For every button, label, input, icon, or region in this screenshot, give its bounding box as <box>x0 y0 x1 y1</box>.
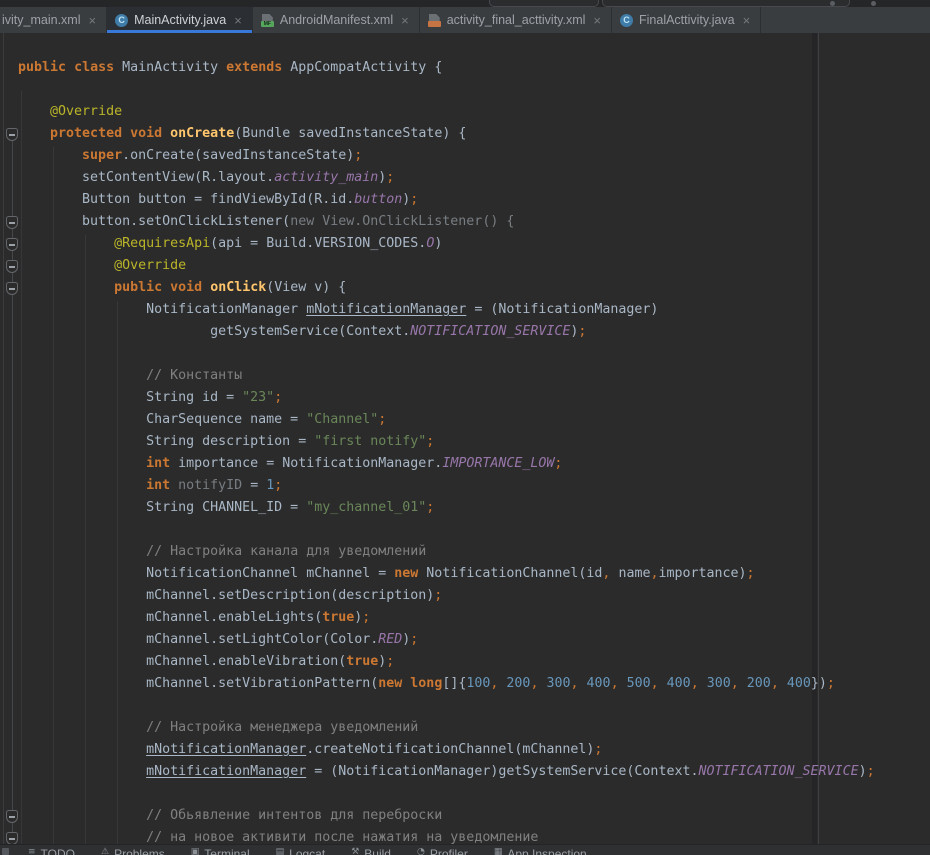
code-line[interactable]: mChannel.setLightColor(Color.RED); <box>18 629 875 651</box>
code-line[interactable]: // Настройка канала для уведомлений <box>18 541 875 563</box>
tool-window-label: Build <box>364 847 391 855</box>
code-line[interactable]: mNotificationManager.createNotificationC… <box>18 739 875 761</box>
code-line[interactable]: // Настройка менеджера уведомлений <box>18 717 875 739</box>
partial-toolwindow-icon[interactable] <box>2 848 9 855</box>
code-line[interactable]: String CHANNEL_ID = "my_channel_01"; <box>18 497 875 519</box>
tool-window-label: Profiler <box>430 847 468 855</box>
code-line[interactable] <box>18 79 875 101</box>
code-line[interactable]: // Константы <box>18 365 875 387</box>
code-line[interactable]: public class MainActivity extends AppCom… <box>18 57 875 79</box>
problems-icon: ⚠ <box>101 847 109 855</box>
code-line[interactable]: // Обьявление интентов для переброски <box>18 805 875 827</box>
code-line[interactable]: Button button = findViewById(R.id.button… <box>18 189 875 211</box>
device-toolbar-group[interactable] <box>602 0 850 7</box>
terminal-icon: ▣ <box>191 847 200 855</box>
tool-window-label: Logcat <box>289 847 325 855</box>
code-line[interactable]: String description = "first notify"; <box>18 431 875 453</box>
editor-tab-ivity_main.xml[interactable]: ivity_main.xml × <box>0 7 107 33</box>
tool-window-bar: ≡ TODO ⚠ Problems ▣ Terminal ▤ Logcat ⚒ Build ◔ Pro… <box>0 844 930 855</box>
code-line[interactable]: mNotificationManager = (NotificationMana… <box>18 761 875 783</box>
tab-label: MainActivity.java <box>134 13 226 27</box>
tab-label: AndroidManifest.xml <box>280 13 393 27</box>
close-icon[interactable]: × <box>87 14 97 27</box>
code-line[interactable]: // на новое активити после нажатия на ув… <box>18 827 875 845</box>
code-line[interactable]: @RequiresApi(api = Build.VERSION_CODES.O… <box>18 233 875 255</box>
tool-window-label: Terminal <box>204 847 249 855</box>
logcat-icon: ▤ <box>276 847 285 855</box>
fold-marker[interactable] <box>6 282 18 295</box>
tool-window-button-problems[interactable]: ⚠ Problems <box>101 847 165 855</box>
gutter-left-line <box>3 33 4 845</box>
code-line[interactable]: setContentView(R.layout.activity_main); <box>18 167 875 189</box>
main-toolbar-strip <box>0 0 930 7</box>
code-line[interactable]: mChannel.enableVibration(true); <box>18 651 875 673</box>
code-line[interactable] <box>18 695 875 717</box>
close-icon[interactable]: × <box>741 14 751 27</box>
tab-label: activity_final_acttivity.xml <box>447 13 586 27</box>
inspection-icon: ▦ <box>494 847 503 855</box>
code-line[interactable]: CharSequence name = "Channel"; <box>18 409 875 431</box>
manifest-file-icon: MF <box>261 14 274 27</box>
editor-tab-FinalActtivity.java[interactable]: C FinalActtivity.java × <box>612 7 761 33</box>
code-line[interactable]: @Override <box>18 101 875 123</box>
code-line[interactable]: mChannel.enableLights(true); <box>18 607 875 629</box>
code-line[interactable] <box>18 35 875 57</box>
fold-marker[interactable] <box>6 238 18 251</box>
todo-list-icon: ≡ <box>28 847 36 855</box>
editor-tab-activity_final_acttivity.xml[interactable]: activity_final_acttivity.xml × <box>420 7 612 33</box>
run-configuration-group[interactable] <box>489 0 599 7</box>
tool-window-button-logcat[interactable]: ▤ Logcat <box>276 847 326 855</box>
tool-window-button-todo[interactable]: ≡ TODO <box>28 847 75 855</box>
code-line[interactable]: NotificationChannel mChannel = new Notif… <box>18 563 875 585</box>
toolbar-button-icon[interactable] <box>871 1 876 6</box>
code-line[interactable]: String id = "23"; <box>18 387 875 409</box>
close-icon[interactable]: × <box>232 14 242 27</box>
java-class-icon: C <box>620 14 633 27</box>
code-line[interactable]: mChannel.setDescription(description); <box>18 585 875 607</box>
build-hammer-icon: ⚒ <box>351 847 359 855</box>
profiler-icon: ◔ <box>417 847 425 855</box>
fold-marker[interactable] <box>6 260 18 273</box>
tool-window-button-terminal[interactable]: ▣ Terminal <box>191 847 250 855</box>
tool-window-button-profiler[interactable]: ◔ Profiler <box>417 847 468 855</box>
code-line[interactable]: protected void onCreate(Bundle savedInst… <box>18 123 875 145</box>
code-line[interactable]: mChannel.setVibrationPattern(new long[]{… <box>18 673 875 695</box>
fold-marker[interactable] <box>6 128 18 141</box>
code-line[interactable] <box>18 783 875 805</box>
close-icon[interactable]: × <box>591 14 601 27</box>
code-line[interactable] <box>18 519 875 541</box>
code-line[interactable]: getSystemService(Context.NOTIFICATION_SE… <box>18 321 875 343</box>
tool-window-label: Problems <box>114 847 165 855</box>
code-line[interactable]: button.setOnClickListener(new View.OnCli… <box>18 211 875 233</box>
java-class-icon: C <box>115 14 128 27</box>
editor-tab-MainActivity.java[interactable]: C MainActivity.java × <box>107 7 253 33</box>
code-text[interactable]: public class MainActivity extends AppCom… <box>18 35 875 845</box>
fold-marker[interactable] <box>6 216 18 229</box>
close-icon[interactable]: × <box>399 14 409 27</box>
tool-window-label: TODO <box>41 847 75 855</box>
tab-label: FinalActtivity.java <box>639 13 735 27</box>
tool-window-button-build[interactable]: ⚒ Build <box>351 847 391 855</box>
editor-tab-bar: ivity_main.xml × C MainActivity.java × MF Andr… <box>0 7 930 33</box>
code-line[interactable]: int importance = NotificationManager.IMP… <box>18 453 875 475</box>
code-line[interactable]: super.onCreate(savedInstanceState); <box>18 145 875 167</box>
code-line[interactable]: int notifyID = 1; <box>18 475 875 497</box>
android-studio-window: ivity_main.xml × C MainActivity.java × MF Andr… <box>0 0 930 855</box>
tab-label: ivity_main.xml <box>2 13 81 27</box>
toolbar-button-icon[interactable] <box>830 1 835 6</box>
code-line[interactable]: @Override <box>18 255 875 277</box>
code-line[interactable]: public void onClick(View v) { <box>18 277 875 299</box>
xml-file-icon <box>428 14 441 27</box>
fold-marker[interactable] <box>6 810 18 823</box>
code-line[interactable] <box>18 343 875 365</box>
code-line[interactable]: NotificationManager mNotificationManager… <box>18 299 875 321</box>
editor-tab-AndroidManifest.xml[interactable]: MF AndroidManifest.xml × <box>253 7 420 33</box>
code-editor[interactable]: public class MainActivity extends AppCom… <box>0 33 930 845</box>
tool-window-button-app-inspection[interactable]: ▦ App Inspection <box>494 847 587 855</box>
tool-window-label: App Inspection <box>507 847 586 855</box>
